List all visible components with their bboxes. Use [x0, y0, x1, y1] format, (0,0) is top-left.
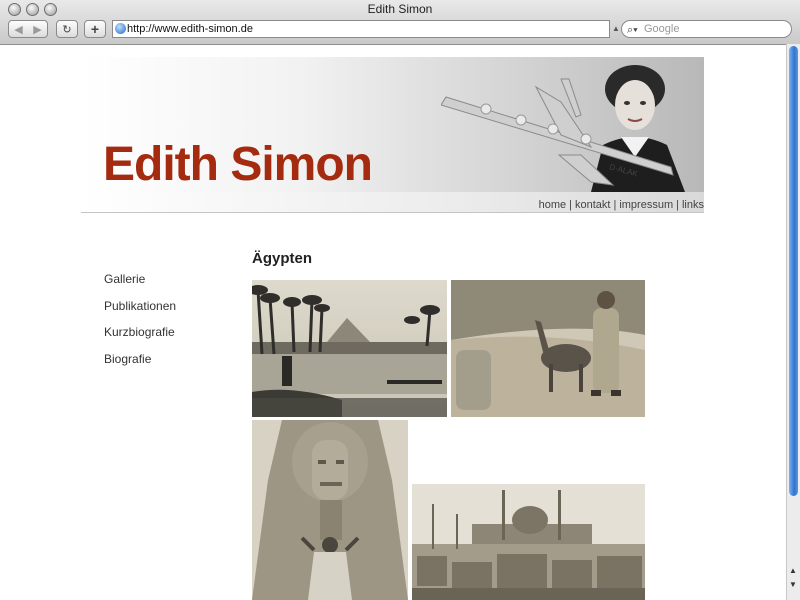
globe-icon [115, 23, 126, 34]
window-title: Edith Simon [367, 2, 433, 16]
scrollbar-thumb[interactable] [789, 46, 798, 496]
section-title: Ägypten [252, 250, 312, 267]
site-title: Edith Simon [103, 138, 373, 191]
menu-item-biografie[interactable]: Biografie [104, 352, 176, 379]
add-bookmark-button[interactable]: + [84, 20, 106, 38]
cairo-citadel-photo[interactable] [412, 484, 645, 600]
menu-item-publikationen[interactable]: Publikationen [104, 299, 176, 326]
side-menu: Gallerie Publikationen Kurzbiografie Bio… [104, 272, 176, 378]
sphinx-photo[interactable] [252, 420, 408, 600]
menu-item-gallerie[interactable]: Gallerie [104, 272, 176, 299]
menu-item-kurzbiografie[interactable]: Kurzbiografie [104, 325, 176, 352]
nile-pyramids-photo[interactable] [252, 280, 447, 417]
browser-toolbar: Edith Simon ◀ ▶ ↻ + http://www.edith-sim… [0, 0, 800, 45]
search-icon[interactable]: ⌕▾ [627, 22, 638, 38]
back-forward-buttons[interactable]: ◀ ▶ [8, 20, 48, 38]
nav-separator: | [569, 199, 572, 211]
search-placeholder: Google [644, 23, 680, 35]
reload-icon: ↻ [62, 23, 72, 36]
forward-arrow-icon[interactable]: ▶ [33, 23, 41, 36]
scroll-down-icon[interactable]: ▼ [789, 580, 797, 589]
donkey-boy-photo[interactable] [451, 280, 645, 417]
nav-link-impressum[interactable]: impressum [619, 199, 673, 211]
plus-icon: + [90, 21, 100, 37]
top-navigation: home | kontakt | impressum | links [81, 192, 704, 213]
address-bar[interactable]: http://www.edith-simon.de [112, 20, 610, 38]
zoom-window-button[interactable] [44, 3, 57, 16]
header-banner: Edith Simon D·ALAK [81, 57, 704, 192]
reload-button[interactable]: ↻ [56, 20, 78, 38]
url-text: http://www.edith-simon.de [127, 23, 253, 35]
minimize-window-button[interactable] [26, 3, 39, 16]
vertical-scrollbar[interactable]: ▲ ▼ [786, 44, 800, 600]
nav-separator: | [676, 199, 679, 211]
header-photo: D·ALAK [441, 65, 685, 192]
scroll-up-icon[interactable]: ▲ [789, 566, 797, 575]
back-arrow-icon[interactable]: ◀ [14, 23, 22, 36]
nav-link-kontakt[interactable]: kontakt [575, 199, 610, 211]
nav-link-links[interactable]: links [682, 199, 704, 211]
close-window-button[interactable] [8, 3, 21, 16]
nav-separator: | [613, 199, 617, 211]
nav-link-home[interactable]: home [539, 199, 567, 211]
search-field[interactable]: ⌕▾ Google [621, 20, 792, 38]
window-controls [8, 3, 57, 16]
